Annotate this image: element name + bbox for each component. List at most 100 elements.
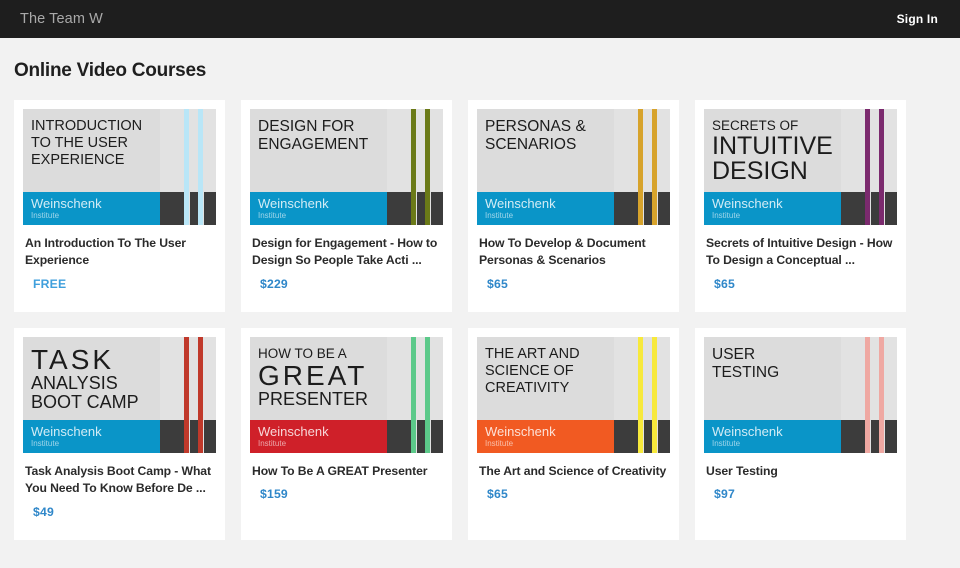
thumbnail-dark-block [160,192,184,225]
thumbnail-dark-block [871,420,879,453]
course-price[interactable]: FREE [25,277,214,291]
course-card-body: User Testing $97 [704,453,897,501]
thumbnail-dark-block [190,192,198,225]
institute-name: Weinschenk [485,425,614,438]
thumbnail-title: DESIGN FOR ENGAGEMENT [258,118,381,154]
thumbnail-accent-stripe [879,109,884,225]
thumbnail-dark-block [644,192,652,225]
thumbnail-brand-bar: WeinschenkInstitute [704,420,841,453]
course-card[interactable]: SECRETS OFINTUITIVEDESIGN Weinschenk Insti… [695,100,906,312]
course-thumbnail: TASKANALYSISBOOT CAMP WeinschenkInstitute [23,337,216,453]
site-brand-logo[interactable]: The Team W [20,11,103,27]
thumbnail-accent-stripe [638,109,643,225]
thumbnail-accent-stripe [638,337,643,453]
thumbnail-title-line: ANALYSIS [31,374,154,393]
course-card-body: Secrets of Intuitive Design - How To Des… [704,225,897,291]
course-price[interactable]: $97 [706,487,895,501]
institute-subtitle: Institute [712,212,841,220]
thumbnail-title-line: DESIGN [712,159,835,185]
thumbnail-accent-stripe [865,337,870,453]
course-card[interactable]: THE ART AND SCIENCE OF CREATIVITYWeinsch… [468,328,679,540]
thumbnail-title: PERSONAS & SCENARIOS [485,118,608,154]
course-card-body: The Art and Science of Creativity $65 [477,453,670,501]
course-card-body: How To Be A GREAT Presenter $159 [250,453,443,501]
course-price[interactable]: $65 [479,487,668,501]
thumbnail-brand-bar: WeinschenkInstitute [23,420,160,453]
thumbnail-accent-stripe [652,109,657,225]
course-thumbnail: PERSONAS & SCENARIOS WeinschenkInstitute [477,109,670,225]
thumbnail-accent-stripe [198,337,203,453]
course-thumbnail: THE ART AND SCIENCE OF CREATIVITYWeinsch… [477,337,670,453]
course-price[interactable]: $49 [25,505,214,519]
thumbnail-title-box: SECRETS OFINTUITIVEDESIGN [704,109,841,192]
institute-name: Weinschenk [712,197,841,210]
thumbnail-title-line: TASK [31,346,154,374]
sign-in-link[interactable]: Sign In [897,12,938,26]
course-title[interactable]: Design for Engagement - How to Design So… [252,235,441,270]
institute-name: Weinschenk [31,197,160,210]
thumbnail-dark-block [431,420,443,453]
thumbnail-accent-stripe [425,109,430,225]
thumbnail-title: SECRETS OFINTUITIVEDESIGN [712,118,835,185]
course-card[interactable]: USER TESTINGWeinschenkInstituteUser Test… [695,328,906,540]
course-grid: INTRODUCTION TO THE USER EXPERIENCE Weins… [0,82,960,540]
thumbnail-accent-stripe [184,109,189,225]
thumbnail-dark-block [387,420,411,453]
course-thumbnail: HOW TO BE AGREATPRESENTER WeinschenkInsti… [250,337,443,453]
thumbnail-dark-block [644,420,652,453]
institute-name: Weinschenk [712,425,841,438]
thumbnail-dark-block [614,192,638,225]
course-card-body: Task Analysis Boot Camp - What You Need … [23,453,216,519]
institute-subtitle: Institute [31,212,160,220]
thumbnail-accent-stripe [865,109,870,225]
thumbnail-dark-block [417,420,425,453]
course-card-body: An Introduction To The User Experience FR… [23,225,216,291]
thumbnail-title-box: TASKANALYSISBOOT CAMP [23,337,160,420]
course-price[interactable]: $229 [252,277,441,291]
course-title[interactable]: User Testing [706,463,895,480]
institute-subtitle: Institute [31,440,160,448]
course-title[interactable]: An Introduction To The User Experience [25,235,214,270]
course-title[interactable]: Secrets of Intuitive Design - How To Des… [706,235,895,270]
course-title[interactable]: Task Analysis Boot Camp - What You Need … [25,463,214,498]
thumbnail-dark-block [190,420,198,453]
thumbnail-accent-stripe [652,337,657,453]
thumbnail-brand-bar: WeinschenkInstitute [477,420,614,453]
thumbnail-dark-block [387,192,411,225]
top-navigation-bar: The Team W Sign In [0,0,960,38]
thumbnail-title-box: PERSONAS & SCENARIOS [477,109,614,192]
course-card[interactable]: INTRODUCTION TO THE USER EXPERIENCE Weins… [14,100,225,312]
course-title[interactable]: How To Develop & Document Personas & Sce… [479,235,668,270]
page-title: Online Video Courses [0,38,960,82]
thumbnail-accent-stripe [411,337,416,453]
thumbnail-accent-stripe [411,109,416,225]
thumbnail-dark-block [417,192,425,225]
course-card[interactable]: PERSONAS & SCENARIOS WeinschenkInstitute H… [468,100,679,312]
thumbnail-title: HOW TO BE AGREATPRESENTER [258,346,381,409]
course-card-body: How To Develop & Document Personas & Sce… [477,225,670,291]
thumbnail-accent-stripe [879,337,884,453]
course-card[interactable]: TASKANALYSISBOOT CAMP WeinschenkInstitute… [14,328,225,540]
thumbnail-brand-bar: Weinschenk Institute [704,192,841,225]
thumbnail-title: INTRODUCTION TO THE USER EXPERIENCE [31,118,154,168]
institute-subtitle: Institute [258,440,387,448]
course-price[interactable]: $65 [479,277,668,291]
thumbnail-title: TASKANALYSISBOOT CAMP [31,346,154,413]
thumbnail-title-line: BOOT CAMP [31,393,154,412]
thumbnail-accent-stripe [184,337,189,453]
thumbnail-dark-block [841,192,865,225]
course-title[interactable]: The Art and Science of Creativity [479,463,668,480]
thumbnail-title-box: INTRODUCTION TO THE USER EXPERIENCE [23,109,160,192]
thumbnail-brand-bar: WeinschenkInstitute [250,420,387,453]
thumbnail-accent-stripe [198,109,203,225]
course-thumbnail: USER TESTINGWeinschenkInstitute [704,337,897,453]
course-card[interactable]: DESIGN FOR ENGAGEMENTWeinschenkInstitute… [241,100,452,312]
course-price[interactable]: $159 [252,487,441,501]
institute-name: Weinschenk [258,197,387,210]
course-title[interactable]: How To Be A GREAT Presenter [252,463,441,480]
thumbnail-title-line: INTUITIVE [712,134,835,160]
course-card[interactable]: HOW TO BE AGREATPRESENTER WeinschenkInsti… [241,328,452,540]
thumbnail-title-line: PRESENTER [258,390,381,409]
course-price[interactable]: $65 [706,277,895,291]
thumbnail-brand-bar: WeinschenkInstitute [477,192,614,225]
